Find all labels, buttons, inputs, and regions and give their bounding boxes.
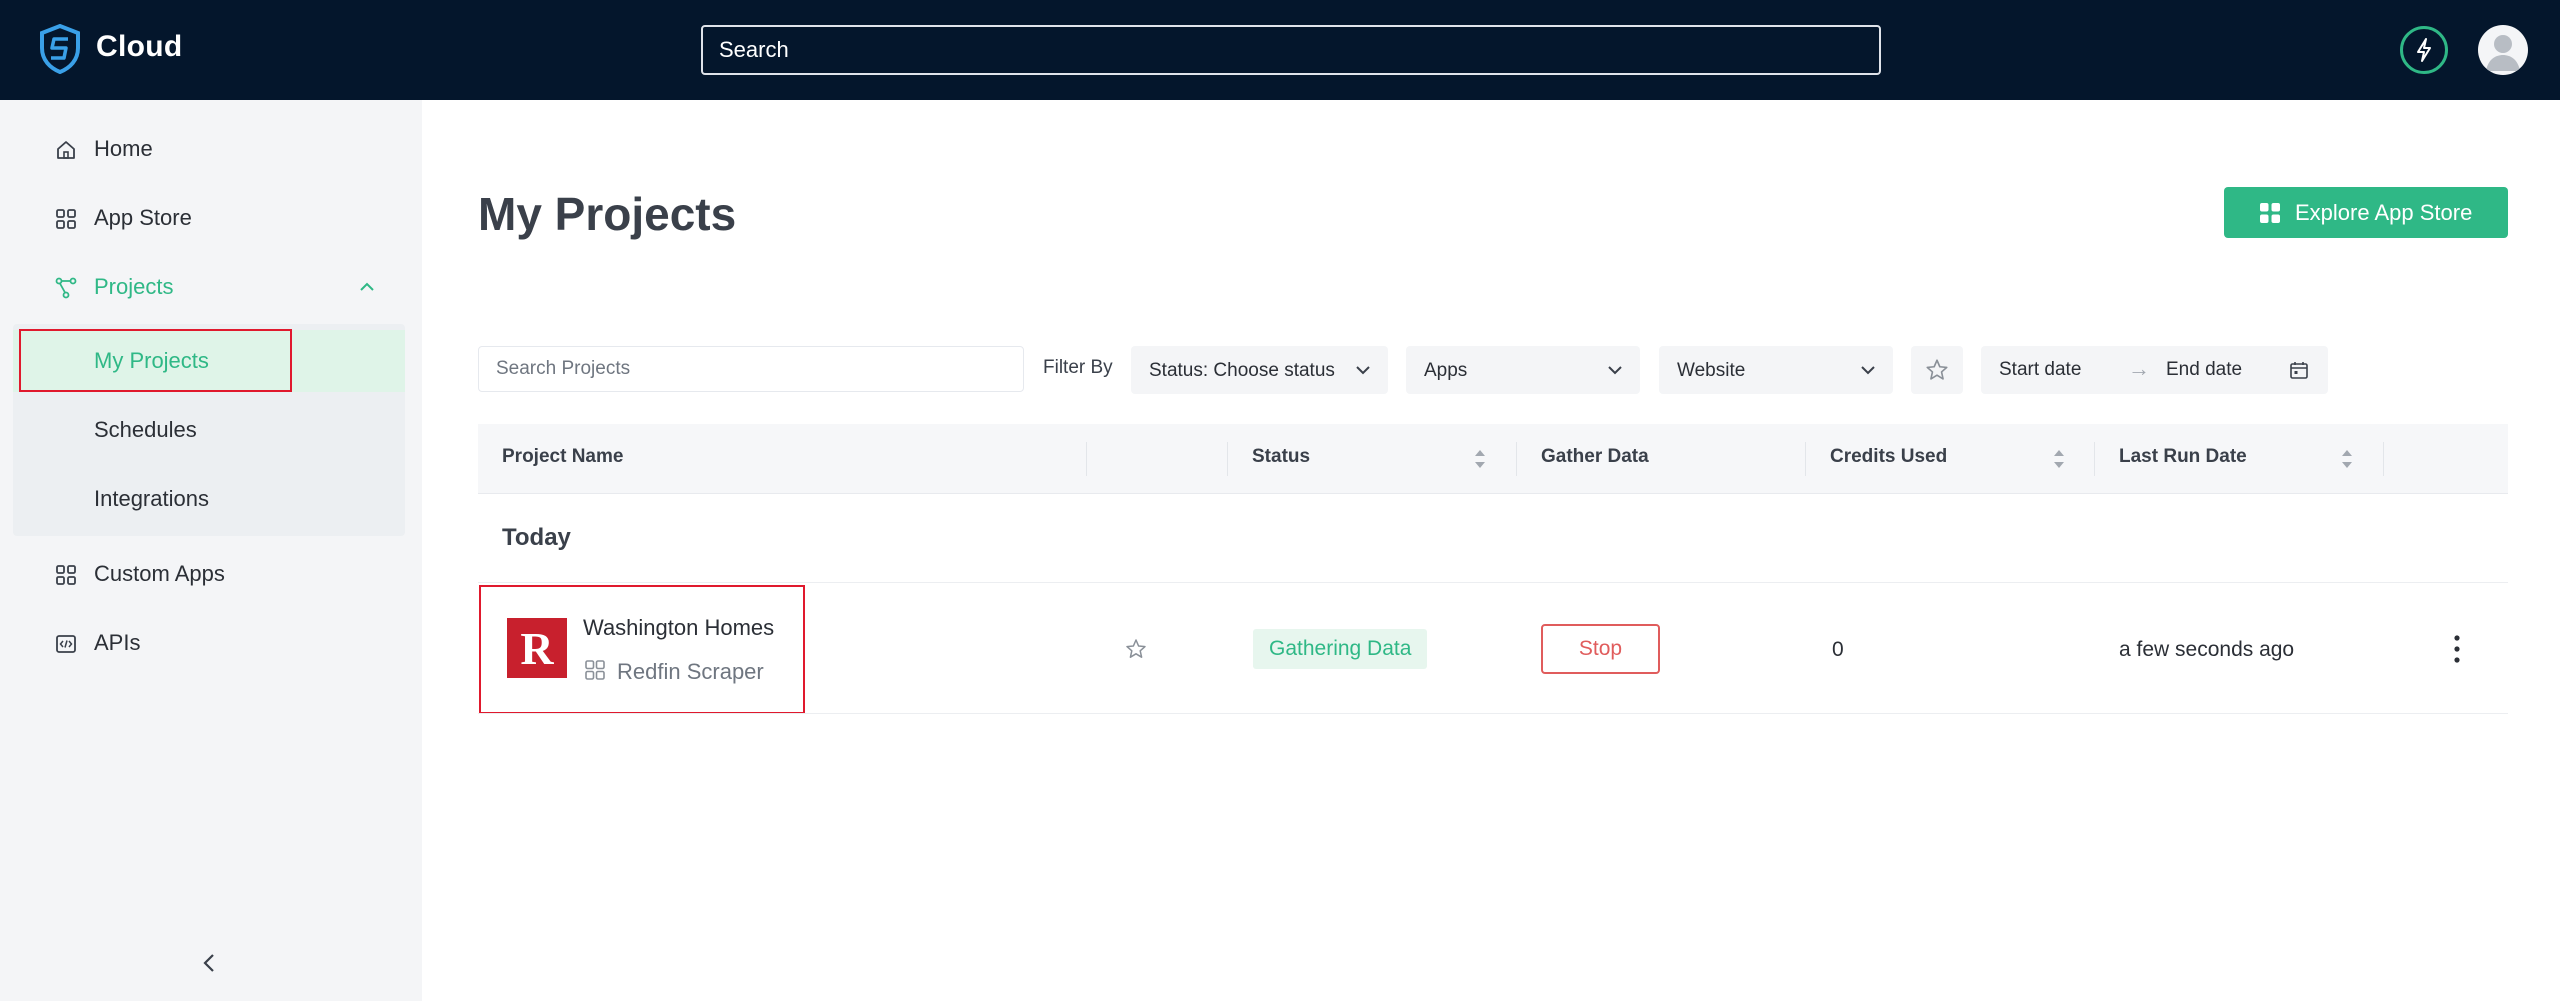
collapse-sidebar-icon[interactable]	[196, 948, 222, 978]
column-divider	[1086, 442, 1087, 476]
star-icon	[1926, 359, 1948, 380]
calendar-icon[interactable]	[2288, 359, 2310, 381]
sidebar-item-app-store[interactable]: App Store	[0, 193, 422, 243]
page-title: My Projects	[478, 188, 737, 240]
table-header: Project Name Status Gather Data Credits …	[478, 424, 2508, 494]
row-highlight	[479, 585, 805, 714]
website-filter-dropdown[interactable]: Website	[1659, 346, 1893, 394]
range-arrow: →	[2128, 356, 2150, 381]
sidebar: Home App Store Projects My Projects Sche…	[0, 100, 422, 1001]
search-projects-input[interactable]	[478, 346, 1024, 392]
sort-icon[interactable]	[1473, 446, 1487, 472]
last-run-date-value: a few seconds ago	[2119, 638, 2295, 661]
website-filter-label: Website	[1677, 360, 1746, 381]
sidebar-item-home[interactable]: Home	[0, 124, 422, 174]
code-icon	[56, 635, 76, 653]
divider	[478, 713, 2508, 714]
favorites-filter-button[interactable]	[1911, 346, 1963, 394]
column-header-project-name[interactable]: Project Name	[502, 446, 623, 468]
status-filter-dropdown[interactable]: Status: Choose status	[1131, 346, 1388, 394]
column-header-credits-used[interactable]: Credits Used	[1830, 446, 1947, 468]
column-divider	[2094, 442, 2095, 476]
sidebar-subitem-label: Integrations	[94, 486, 209, 511]
apps-filter-dropdown[interactable]: Apps	[1406, 346, 1640, 394]
sidebar-item-integrations[interactable]: Integrations	[13, 468, 405, 530]
filter-by-label: Filter By	[1043, 357, 1113, 378]
explore-button-label: Explore App Store	[2295, 199, 2473, 225]
custom-apps-icon	[56, 565, 76, 585]
global-search-input[interactable]: Search	[701, 25, 1881, 75]
more-options-icon[interactable]	[2447, 632, 2467, 666]
chevron-down-icon	[1861, 366, 1875, 375]
end-date-input[interactable]: End date	[2166, 359, 2242, 381]
apps-filter-label: Apps	[1424, 360, 1468, 381]
favorite-star-icon[interactable]	[1124, 637, 1148, 661]
credits-button[interactable]	[2400, 26, 2448, 74]
credits-used-value: 0	[1832, 638, 1844, 661]
column-header-gather-data[interactable]: Gather Data	[1541, 446, 1649, 468]
column-divider	[1805, 442, 1806, 476]
column-divider	[1516, 442, 1517, 476]
sidebar-item-label: Projects	[94, 274, 174, 299]
top-bar: Cloud Search	[0, 0, 2560, 100]
date-range-picker[interactable]: Start date → End date	[1981, 346, 2328, 394]
sidebar-item-label: Home	[94, 136, 153, 161]
chevron-up-icon[interactable]	[356, 276, 378, 298]
sidebar-item-label: Custom Apps	[94, 561, 225, 586]
column-divider	[2383, 442, 2384, 476]
apps-grid-icon	[2260, 202, 2280, 223]
shield-logo-icon[interactable]	[38, 24, 82, 74]
sort-icon[interactable]	[2052, 446, 2066, 472]
chevron-down-icon	[1608, 366, 1622, 375]
sidebar-item-custom-apps[interactable]: Custom Apps	[0, 549, 422, 599]
grid-icon	[56, 209, 76, 229]
column-divider	[1227, 442, 1228, 476]
lightning-icon	[2417, 38, 2431, 62]
column-header-status[interactable]: Status	[1252, 446, 1310, 468]
group-title-today: Today	[502, 524, 571, 551]
sort-icon[interactable]	[2340, 446, 2354, 472]
home-icon	[57, 141, 75, 159]
brand-name[interactable]: Cloud	[96, 30, 182, 64]
divider	[478, 582, 2508, 583]
stop-button[interactable]: Stop	[1541, 624, 1660, 674]
sidebar-item-projects[interactable]: Projects	[0, 262, 422, 312]
sidebar-subitem-label: Schedules	[94, 417, 197, 442]
sidebar-item-label: App Store	[94, 205, 192, 230]
status-badge: Gathering Data	[1253, 629, 1428, 669]
explore-app-store-button[interactable]: Explore App Store	[2224, 187, 2508, 238]
sidebar-item-schedules[interactable]: Schedules	[13, 399, 405, 461]
start-date-input[interactable]: Start date	[1999, 359, 2081, 381]
selection-highlight	[19, 329, 292, 392]
status-filter-label: Status: Choose status	[1149, 360, 1335, 381]
user-avatar-icon	[2486, 35, 2520, 71]
column-header-last-run-date[interactable]: Last Run Date	[2119, 446, 2247, 468]
user-avatar[interactable]	[2478, 25, 2528, 75]
chevron-down-icon	[1356, 366, 1370, 375]
projects-icon	[55, 277, 77, 299]
sidebar-item-apis[interactable]: APIs	[0, 618, 422, 668]
sidebar-item-label: APIs	[94, 630, 141, 655]
